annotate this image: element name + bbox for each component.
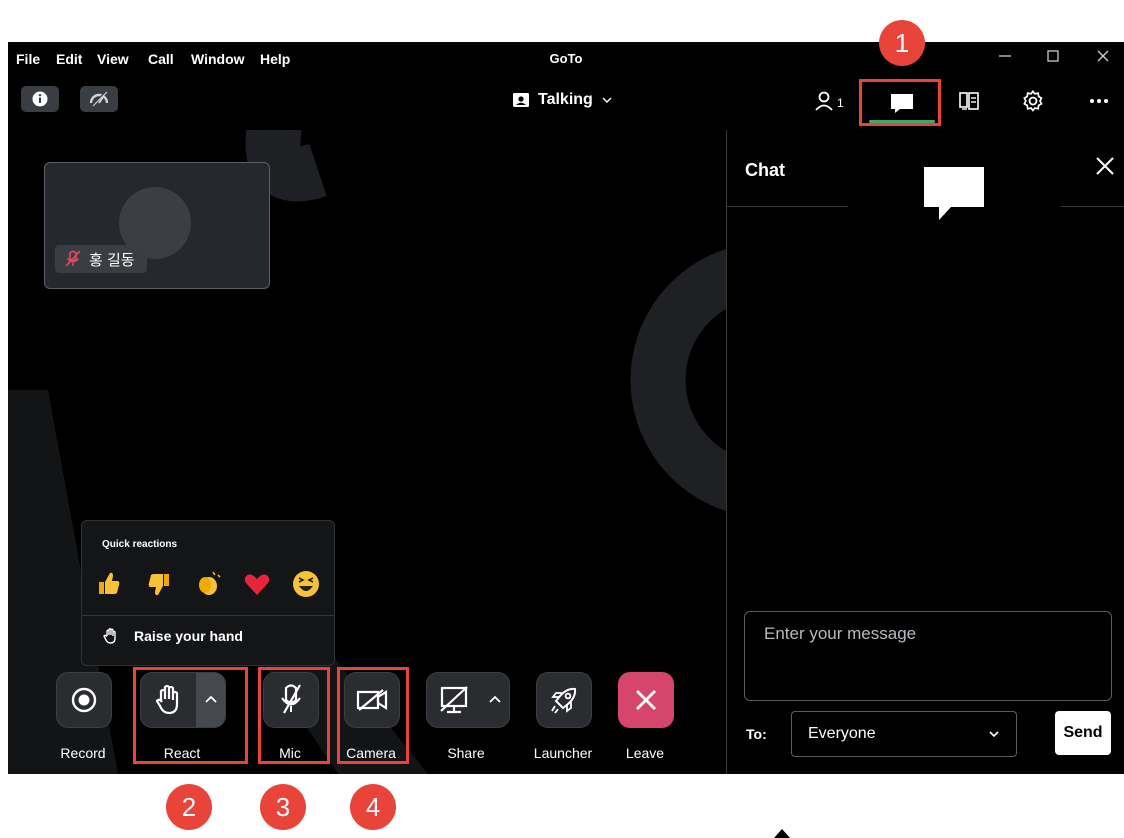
popover-divider [82,615,334,616]
callout-box-react [133,667,248,764]
info-button[interactable] [21,86,59,112]
participants-count: 1 [837,96,844,110]
callout-box-mic [258,667,330,764]
menu-edit[interactable]: Edit [56,51,82,67]
recipient-label: To: [746,726,767,742]
chat-title: Chat [745,160,785,180]
reactions-popover: Quick reactions Raise your hand [81,520,335,666]
notes-icon [959,92,979,110]
close-icon[interactable] [1093,154,1117,178]
callout-number-3: 3 [260,784,306,830]
more-dots-icon [1090,99,1108,103]
record-icon [71,687,97,713]
share-screen-off-icon [440,686,468,714]
record-button[interactable] [56,672,112,728]
contact-card-icon [513,93,529,107]
status-label: Talking [538,91,593,108]
launcher-button[interactable] [536,672,592,728]
send-button[interactable]: Send [1055,711,1111,755]
record-label: Record [60,745,106,761]
leave-button[interactable] [618,672,674,728]
close-icon [636,690,656,710]
raise-hand-button[interactable]: Raise your hand [102,627,243,645]
minimize-icon [999,55,1011,57]
callout-box-camera [337,667,409,764]
callout-number-4: 4 [350,784,396,830]
menu-call[interactable]: Call [148,51,174,67]
maximize-icon [1047,50,1059,62]
recipient-value: Everyone [808,725,876,742]
recipient-select[interactable]: Everyone [791,711,1017,757]
share-label: Share [447,745,485,761]
minimize-button[interactable] [990,47,1020,71]
leave-label: Leave [625,745,665,761]
rocket-icon [551,687,577,714]
menu-help[interactable]: Help [260,51,290,67]
message-placeholder: Enter your message [764,624,917,643]
chevron-down-icon [989,731,999,738]
settings-button[interactable] [1022,90,1044,117]
menu-window[interactable]: Window [191,51,245,67]
status-dropdown[interactable]: Talking [512,91,613,109]
chevron-up-icon [489,695,501,703]
menu-bar: File Edit View Call Window Help GoTo [8,42,1124,76]
mic-muted-icon [65,250,81,267]
maximize-button[interactable] [1038,47,1068,71]
raised-hand-icon [103,628,116,644]
callout-number-2: 2 [166,784,212,830]
chat-header-divider [727,206,849,207]
chat-icon-callout [848,150,1058,235]
menu-file[interactable]: File [16,51,40,67]
heart-icon[interactable] [242,569,272,599]
callout-box-chat [859,79,941,126]
thumbs-down-icon[interactable] [144,569,174,599]
app-title: GoTo [549,51,583,66]
speedometer-icon [89,91,109,107]
menu-view[interactable]: View [97,51,129,67]
cursor-icon [774,829,790,838]
close-window-button[interactable] [1088,47,1118,71]
share-button[interactable] [426,672,510,728]
notes-button[interactable] [958,90,980,117]
close-icon [1097,50,1109,62]
raise-hand-label: Raise your hand [134,628,243,644]
participant-name: 홍 길동 [89,251,135,269]
chat-bubble-icon [924,167,984,220]
participant-tile[interactable]: 홍 길동 [44,162,270,289]
laughing-face-icon[interactable] [291,569,321,599]
clapping-hands-icon[interactable] [193,569,223,599]
launcher-label: Launcher [533,745,593,761]
person-icon [815,91,833,111]
participants-button[interactable]: 1 [813,90,844,112]
info-icon [32,91,48,107]
meeting-toolbar: Talking 1 [8,76,1124,130]
more-options-button[interactable] [1088,90,1110,117]
connection-quality-button[interactable] [80,86,118,112]
participant-name-chip: 홍 길동 [55,245,147,273]
callout-number-1: 1 [879,20,925,66]
share-options-toggle[interactable] [481,673,509,727]
reactions-title: Quick reactions [102,539,178,550]
chevron-down-icon [602,97,612,103]
chat-header-divider [1061,206,1124,207]
gear-icon [1023,90,1043,112]
message-input[interactable]: Enter your message [744,611,1112,701]
thumbs-up-icon[interactable] [94,569,124,599]
